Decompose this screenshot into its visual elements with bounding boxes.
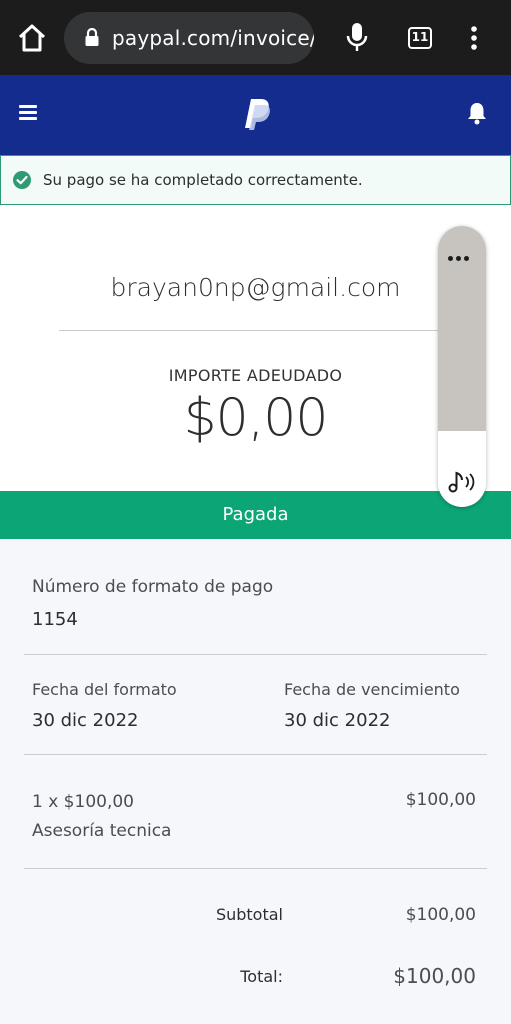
success-message: Su pago se ha completado correctamente. [43, 171, 363, 189]
line-item-name: Asesoría tecnica [32, 821, 172, 841]
url-text: paypal.com/invoice/ [112, 26, 314, 50]
floating-widget-panel [438, 226, 486, 431]
audio-note-icon[interactable] [448, 470, 478, 494]
invoice-summary: brayan0np@gmail.com IMPORTE ADEUDADO $0,… [0, 205, 511, 491]
invoice-date-label: Fecha del formato [32, 680, 177, 699]
total-label: Total: [240, 967, 283, 986]
invoice-number-value: 1154 [32, 609, 78, 630]
address-bar[interactable]: paypal.com/invoice/ [64, 12, 314, 64]
floating-media-widget[interactable] [438, 226, 486, 507]
due-date-value: 30 dic 2022 [284, 710, 391, 731]
amount-due-label: IMPORTE ADEUDADO [168, 366, 343, 385]
subtotal-label: Subtotal [215, 905, 283, 924]
home-icon[interactable] [14, 20, 50, 56]
paypal-logo[interactable] [242, 97, 272, 131]
notification-bell-icon[interactable] [466, 101, 488, 125]
divider [24, 754, 487, 755]
lock-icon [84, 27, 100, 48]
divider [24, 868, 487, 869]
line-item-total: $100,00 [405, 790, 476, 810]
invoice-number-label: Número de formato de pago [32, 577, 274, 597]
divider [24, 654, 487, 655]
paypal-header [0, 75, 511, 155]
payment-status-bar: Pagada [0, 491, 511, 539]
due-date-label: Fecha de vencimiento [284, 680, 460, 699]
hamburger-menu-icon[interactable] [19, 105, 39, 123]
line-item-quantity-price: 1 x $100,00 [32, 792, 134, 812]
divider [59, 330, 451, 331]
total-value: $100,00 [393, 964, 476, 988]
amount-due-value: $0,00 [183, 388, 329, 448]
invoice-date-value: 30 dic 2022 [32, 710, 139, 731]
success-banner: Su pago se ha completado correctamente. [0, 155, 511, 205]
payer-email: brayan0np@gmail.com [110, 273, 401, 302]
browser-toolbar: paypal.com/invoice/ 11 [0, 0, 511, 75]
more-options-icon[interactable] [466, 24, 482, 54]
subtotal-value: $100,00 [405, 905, 476, 925]
checkmark-circle-icon [13, 171, 31, 189]
ellipsis-icon[interactable] [448, 246, 476, 261]
microphone-icon[interactable] [342, 20, 372, 56]
invoice-details: Número de formato de pago 1154 Fecha del… [0, 539, 511, 1024]
tab-switcher-button[interactable]: 11 [408, 27, 432, 49]
